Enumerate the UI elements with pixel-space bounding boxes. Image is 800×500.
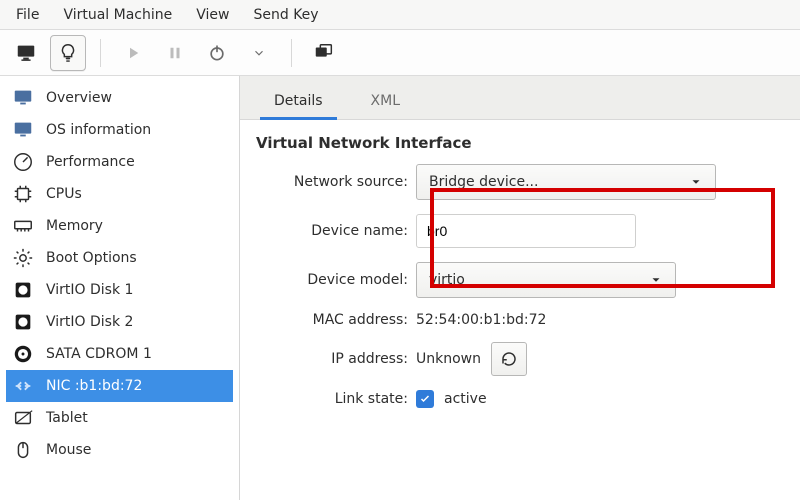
disk-icon (10, 309, 36, 335)
tablet-icon (10, 405, 36, 431)
sidebar-item-memory[interactable]: Memory (6, 210, 233, 242)
gear-icon (10, 245, 36, 271)
network-source-label: Network source: (256, 174, 416, 190)
sidebar-item-label: Performance (46, 154, 135, 170)
windows-icon (313, 42, 335, 64)
link-state-label: Link state: (256, 391, 416, 407)
memory-icon (10, 213, 36, 239)
menu-view[interactable]: View (186, 3, 239, 27)
chevron-down-icon (649, 273, 663, 287)
menu-send-key[interactable]: Send Key (243, 3, 328, 27)
refresh-icon (500, 350, 518, 368)
play-icon (124, 44, 142, 62)
tab-xml[interactable]: XML (351, 83, 420, 119)
device-name-input[interactable] (416, 214, 636, 248)
nic-icon (10, 373, 36, 399)
sidebar-item-cpus[interactable]: CPUs (6, 178, 233, 210)
ip-address-value: Unknown (416, 351, 481, 367)
chip-icon (10, 181, 36, 207)
gauge-icon (10, 149, 36, 175)
link-state-checkbox[interactable] (416, 390, 434, 408)
toolbar (0, 30, 800, 76)
sidebar-item-os-information[interactable]: OS information (6, 114, 233, 146)
details-button[interactable] (50, 35, 86, 71)
pause-button[interactable] (157, 35, 193, 71)
sidebar-item-label: SATA CDROM 1 (46, 346, 152, 362)
device-model-label: Device model: (256, 272, 416, 288)
tab-details[interactable]: Details (254, 83, 343, 119)
run-button[interactable] (115, 35, 151, 71)
mouse-icon (10, 437, 36, 463)
menu-virtual-machine[interactable]: Virtual Machine (53, 3, 182, 27)
sidebar-item-label: Mouse (46, 442, 91, 458)
bulb-icon (57, 42, 79, 64)
monitor-icon (15, 42, 37, 64)
device-model-select[interactable]: virtio (416, 262, 676, 298)
form: Network source: Bridge device... Device … (256, 164, 780, 408)
content-pane: Details XML Virtual Network Interface Ne… (240, 76, 800, 500)
network-source-select[interactable]: Bridge device... (416, 164, 716, 200)
sidebar-item-label: OS information (46, 122, 151, 138)
separator (100, 39, 101, 67)
console-button[interactable] (8, 35, 44, 71)
sidebar-item-performance[interactable]: Performance (6, 146, 233, 178)
sidebar-item-overview[interactable]: Overview (6, 82, 233, 114)
cd-icon (10, 341, 36, 367)
disk-icon (10, 277, 36, 303)
sidebar-item-label: Memory (46, 218, 103, 234)
section-title: Virtual Network Interface (256, 134, 780, 152)
mac-address-value: 52:54:00:b1:bd:72 (416, 312, 546, 328)
chevron-down-icon (252, 46, 266, 60)
mac-address-label: MAC address: (256, 312, 416, 328)
menubar: File Virtual Machine View Send Key (0, 0, 800, 30)
check-icon (419, 393, 431, 405)
details-pane: Virtual Network Interface Network source… (240, 120, 800, 408)
power-icon (207, 43, 227, 63)
sidebar-item-virtio-disk-2[interactable]: VirtIO Disk 2 (6, 306, 233, 338)
sidebar-item-nic[interactable]: NIC :b1:bd:72 (6, 370, 233, 402)
sidebar-item-label: Tablet (46, 410, 88, 426)
ip-address-label: IP address: (256, 351, 416, 367)
sidebar-item-label: VirtIO Disk 2 (46, 314, 133, 330)
monitor-icon (10, 85, 36, 111)
sidebar-item-label: NIC :b1:bd:72 (46, 378, 142, 394)
sidebar: Overview OS information Performance CPUs… (0, 76, 240, 500)
monitor-icon (10, 117, 36, 143)
sidebar-item-virtio-disk-1[interactable]: VirtIO Disk 1 (6, 274, 233, 306)
menu-file[interactable]: File (6, 3, 49, 27)
separator (291, 39, 292, 67)
tabs: Details XML (240, 76, 800, 120)
sidebar-item-boot-options[interactable]: Boot Options (6, 242, 233, 274)
sidebar-item-label: Boot Options (46, 250, 137, 266)
sidebar-item-mouse[interactable]: Mouse (6, 434, 233, 466)
link-state-value: active (444, 391, 487, 407)
main-area: Overview OS information Performance CPUs… (0, 76, 800, 500)
sidebar-item-sata-cdrom-1[interactable]: SATA CDROM 1 (6, 338, 233, 370)
chevron-down-icon (689, 175, 703, 189)
power-menu[interactable] (241, 35, 277, 71)
sidebar-item-tablet[interactable]: Tablet (6, 402, 233, 434)
refresh-ip-button[interactable] (491, 342, 527, 376)
network-source-value: Bridge device... (429, 174, 538, 190)
device-model-value: virtio (429, 272, 465, 288)
sidebar-item-label: CPUs (46, 186, 82, 202)
fullscreen-button[interactable] (306, 35, 342, 71)
device-name-label: Device name: (256, 223, 416, 239)
sidebar-item-label: Overview (46, 90, 112, 106)
sidebar-item-label: VirtIO Disk 1 (46, 282, 133, 298)
pause-icon (166, 44, 184, 62)
power-button[interactable] (199, 35, 235, 71)
